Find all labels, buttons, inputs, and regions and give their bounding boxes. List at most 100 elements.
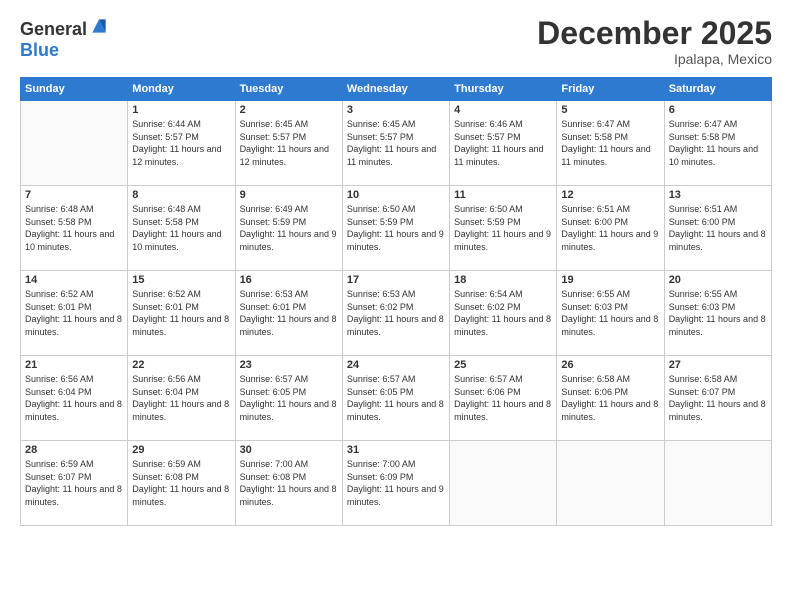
logo-icon [89, 16, 109, 41]
logo: General Blue [20, 16, 109, 59]
day-info: Sunrise: 6:55 AMSunset: 6:03 PMDaylight:… [561, 288, 659, 338]
table-row: 17 Sunrise: 6:53 AMSunset: 6:02 PMDayligh… [342, 271, 449, 356]
calendar-week-row: 14 Sunrise: 6:52 AMSunset: 6:01 PMDayligh… [21, 271, 772, 356]
day-number: 16 [240, 274, 338, 286]
day-info: Sunrise: 6:50 AMSunset: 5:59 PMDaylight:… [347, 203, 445, 253]
day-info: Sunrise: 6:56 AMSunset: 6:04 PMDaylight:… [25, 373, 123, 423]
col-tuesday: Tuesday [235, 78, 342, 101]
table-row: 19 Sunrise: 6:55 AMSunset: 6:03 PMDayligh… [557, 271, 664, 356]
table-row: 13 Sunrise: 6:51 AMSunset: 6:00 PMDayligh… [664, 186, 771, 271]
col-sunday: Sunday [21, 78, 128, 101]
table-row: 5Sunrise: 6:47 AMSunset: 5:58 PMDaylight… [557, 101, 664, 186]
day-number: 14 [25, 274, 123, 286]
table-row: 26Sunrise: 6:58 AMSunset: 6:06 PMDayligh… [557, 356, 664, 441]
day-info: Sunrise: 6:54 AMSunset: 6:02 PMDaylight:… [454, 288, 552, 338]
day-number: 29 [132, 444, 230, 456]
table-row: 10 Sunrise: 6:50 AMSunset: 5:59 PMDayligh… [342, 186, 449, 271]
day-number: 20 [669, 274, 767, 286]
day-number: 17 [347, 274, 445, 286]
table-row: 22 Sunrise: 6:56 AMSunset: 6:04 PMDayligh… [128, 356, 235, 441]
day-info: Sunrise: 6:47 AMSunset: 5:58 PMDaylight:… [669, 118, 767, 168]
table-row: 31Sunrise: 7:00 AMSunset: 6:09 PMDayligh… [342, 441, 449, 526]
day-info: Sunrise: 6:45 AMSunset: 5:57 PMDaylight:… [347, 118, 445, 168]
table-row: 28Sunrise: 6:59 AMSunset: 6:07 PMDayligh… [21, 441, 128, 526]
day-number: 26 [561, 359, 659, 371]
table-row: 18 Sunrise: 6:54 AMSunset: 6:02 PMDayligh… [450, 271, 557, 356]
day-info: Sunrise: 6:59 AMSunset: 6:08 PMDaylight:… [132, 458, 230, 508]
logo-general: General [20, 20, 87, 38]
day-info: Sunrise: 6:44 AMSunset: 5:57 PMDaylight:… [132, 118, 230, 168]
col-monday: Monday [128, 78, 235, 101]
day-number: 27 [669, 359, 767, 371]
table-row: 8 Sunrise: 6:48 AMSunset: 5:58 PMDaylight… [128, 186, 235, 271]
table-row: 24 Sunrise: 6:57 AMSunset: 6:05 PMDayligh… [342, 356, 449, 441]
day-info: Sunrise: 6:57 AMSunset: 6:06 PMDaylight:… [454, 373, 552, 423]
calendar-week-row: 21 Sunrise: 6:56 AMSunset: 6:04 PMDayligh… [21, 356, 772, 441]
day-number: 22 [132, 359, 230, 371]
subtitle: Ipalapa, Mexico [537, 51, 772, 67]
day-number: 11 [454, 189, 552, 201]
day-number: 7 [25, 189, 123, 201]
day-info: Sunrise: 6:51 AMSunset: 6:00 PMDaylight:… [669, 203, 767, 253]
day-number: 2 [240, 104, 338, 116]
table-row [450, 441, 557, 526]
table-row: 6Sunrise: 6:47 AMSunset: 5:58 PMDaylight… [664, 101, 771, 186]
day-info: Sunrise: 7:00 AMSunset: 6:09 PMDaylight:… [347, 458, 445, 508]
day-number: 15 [132, 274, 230, 286]
day-info: Sunrise: 6:53 AMSunset: 6:02 PMDaylight:… [347, 288, 445, 338]
table-row: 23 Sunrise: 6:57 AMSunset: 6:05 PMDayligh… [235, 356, 342, 441]
day-number: 19 [561, 274, 659, 286]
day-number: 8 [132, 189, 230, 201]
day-info: Sunrise: 6:58 AMSunset: 6:07 PMDaylight:… [669, 373, 767, 423]
day-info: Sunrise: 6:52 AMSunset: 6:01 PMDaylight:… [132, 288, 230, 338]
day-info: Sunrise: 6:52 AMSunset: 6:01 PMDaylight:… [25, 288, 123, 338]
table-row: 27 Sunrise: 6:58 AMSunset: 6:07 PMDayligh… [664, 356, 771, 441]
table-row: 7 Sunrise: 6:48 AMSunset: 5:58 PMDaylight… [21, 186, 128, 271]
day-number: 25 [454, 359, 552, 371]
day-number: 1 [132, 104, 230, 116]
day-number: 4 [454, 104, 552, 116]
calendar-header-row: Sunday Monday Tuesday Wednesday Thursday… [21, 78, 772, 101]
day-number: 13 [669, 189, 767, 201]
header: General Blue December 2025 Ipalapa, Mexi… [20, 16, 772, 67]
day-number: 24 [347, 359, 445, 371]
day-number: 12 [561, 189, 659, 201]
table-row: 14 Sunrise: 6:52 AMSunset: 6:01 PMDayligh… [21, 271, 128, 356]
day-info: Sunrise: 6:57 AMSunset: 6:05 PMDaylight:… [347, 373, 445, 423]
table-row [21, 101, 128, 186]
calendar-week-row: 7 Sunrise: 6:48 AMSunset: 5:58 PMDaylight… [21, 186, 772, 271]
calendar-week-row: 28Sunrise: 6:59 AMSunset: 6:07 PMDayligh… [21, 441, 772, 526]
table-row: 12Sunrise: 6:51 AMSunset: 6:00 PMDayligh… [557, 186, 664, 271]
day-number: 18 [454, 274, 552, 286]
day-info: Sunrise: 6:48 AMSunset: 5:58 PMDaylight:… [25, 203, 123, 253]
page: General Blue December 2025 Ipalapa, Mexi… [0, 0, 792, 612]
day-info: Sunrise: 6:59 AMSunset: 6:07 PMDaylight:… [25, 458, 123, 508]
day-number: 30 [240, 444, 338, 456]
col-wednesday: Wednesday [342, 78, 449, 101]
day-info: Sunrise: 6:47 AMSunset: 5:58 PMDaylight:… [561, 118, 659, 168]
day-number: 21 [25, 359, 123, 371]
day-number: 10 [347, 189, 445, 201]
day-info: Sunrise: 6:57 AMSunset: 6:05 PMDaylight:… [240, 373, 338, 423]
day-info: Sunrise: 6:56 AMSunset: 6:04 PMDaylight:… [132, 373, 230, 423]
day-info: Sunrise: 6:50 AMSunset: 5:59 PMDaylight:… [454, 203, 552, 253]
day-number: 23 [240, 359, 338, 371]
calendar: Sunday Monday Tuesday Wednesday Thursday… [20, 77, 772, 526]
table-row: 29 Sunrise: 6:59 AMSunset: 6:08 PMDayligh… [128, 441, 235, 526]
day-info: Sunrise: 6:48 AMSunset: 5:58 PMDaylight:… [132, 203, 230, 253]
table-row: 30 Sunrise: 7:00 AMSunset: 6:08 PMDayligh… [235, 441, 342, 526]
day-info: Sunrise: 6:45 AMSunset: 5:57 PMDaylight:… [240, 118, 338, 168]
col-friday: Friday [557, 78, 664, 101]
table-row: 21 Sunrise: 6:56 AMSunset: 6:04 PMDayligh… [21, 356, 128, 441]
table-row: 1 Sunrise: 6:44 AMSunset: 5:57 PMDaylight… [128, 101, 235, 186]
table-row: 9Sunrise: 6:49 AMSunset: 5:59 PMDaylight… [235, 186, 342, 271]
day-info: Sunrise: 6:53 AMSunset: 6:01 PMDaylight:… [240, 288, 338, 338]
main-title: December 2025 [537, 16, 772, 51]
table-row: 3Sunrise: 6:45 AMSunset: 5:57 PMDaylight… [342, 101, 449, 186]
day-info: Sunrise: 6:55 AMSunset: 6:03 PMDaylight:… [669, 288, 767, 338]
logo-blue: Blue [20, 41, 59, 59]
table-row: 20 Sunrise: 6:55 AMSunset: 6:03 PMDayligh… [664, 271, 771, 356]
day-info: Sunrise: 7:00 AMSunset: 6:08 PMDaylight:… [240, 458, 338, 508]
day-number: 9 [240, 189, 338, 201]
col-thursday: Thursday [450, 78, 557, 101]
